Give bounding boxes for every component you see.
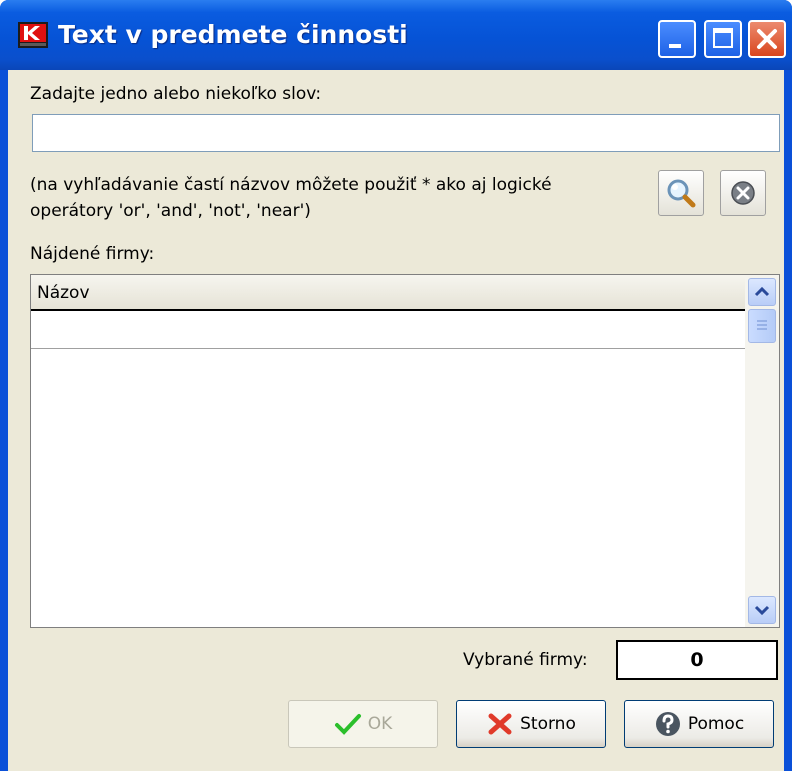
selected-count-field: 0	[616, 640, 778, 680]
red-x-icon	[488, 713, 512, 735]
question-icon	[655, 712, 680, 736]
chevron-down-icon	[754, 605, 770, 616]
close-button[interactable]	[748, 20, 786, 58]
clear-icon	[731, 181, 755, 205]
ok-button-label: OK	[367, 714, 393, 734]
selected-firms-label: Vybrané firmy:	[463, 650, 588, 670]
clear-button[interactable]	[720, 170, 766, 216]
search-button[interactable]	[658, 170, 704, 216]
scroll-down-button[interactable]	[748, 596, 776, 624]
grid-header[interactable]: Názov	[31, 275, 745, 311]
cancel-button-label: Storno	[520, 714, 576, 734]
column-header-nazov[interactable]: Názov	[37, 283, 90, 303]
magnifier-icon	[667, 179, 696, 208]
grip-icon	[757, 320, 767, 330]
scroll-thumb[interactable]	[748, 309, 776, 343]
title-bar[interactable]: Text v predmete činnosti	[0, 0, 792, 70]
dialog-window: Text v predmete činnosti Zadajte jedno a…	[0, 0, 792, 771]
checkmark-icon	[334, 714, 361, 735]
search-prompt-label: Zadajte jedno alebo niekoľko slov:	[30, 84, 322, 104]
search-input[interactable]	[32, 114, 780, 152]
ok-button[interactable]: OK	[288, 700, 438, 748]
vertical-scrollbar[interactable]	[745, 275, 779, 627]
window-title: Text v predmete činnosti	[58, 20, 408, 49]
search-hint-line: (na vyhľadávanie častí názvov môžete pou…	[30, 175, 552, 195]
minimize-button[interactable]	[658, 20, 696, 58]
dialog-body: Zadajte jedno alebo niekoľko slov: (na v…	[8, 70, 784, 771]
chevron-up-icon	[754, 286, 770, 297]
scroll-up-button[interactable]	[748, 278, 776, 306]
search-hint-line: operátory 'or', 'and', 'not', 'near')	[30, 201, 311, 221]
maximize-icon	[713, 28, 733, 48]
results-grid[interactable]: Názov	[30, 274, 780, 628]
found-firms-label: Nájdené firmy:	[30, 244, 155, 264]
table-row[interactable]	[31, 311, 745, 349]
help-button-label: Pomoc	[687, 714, 745, 734]
search-hint: (na vyhľadávanie častí názvov môžete pou…	[30, 172, 650, 224]
cancel-button[interactable]: Storno	[456, 700, 606, 748]
maximize-button[interactable]	[704, 20, 742, 58]
close-icon	[757, 29, 777, 49]
minimize-icon	[669, 44, 681, 48]
help-button[interactable]: Pomoc	[624, 700, 774, 748]
app-logo-icon	[18, 22, 48, 48]
